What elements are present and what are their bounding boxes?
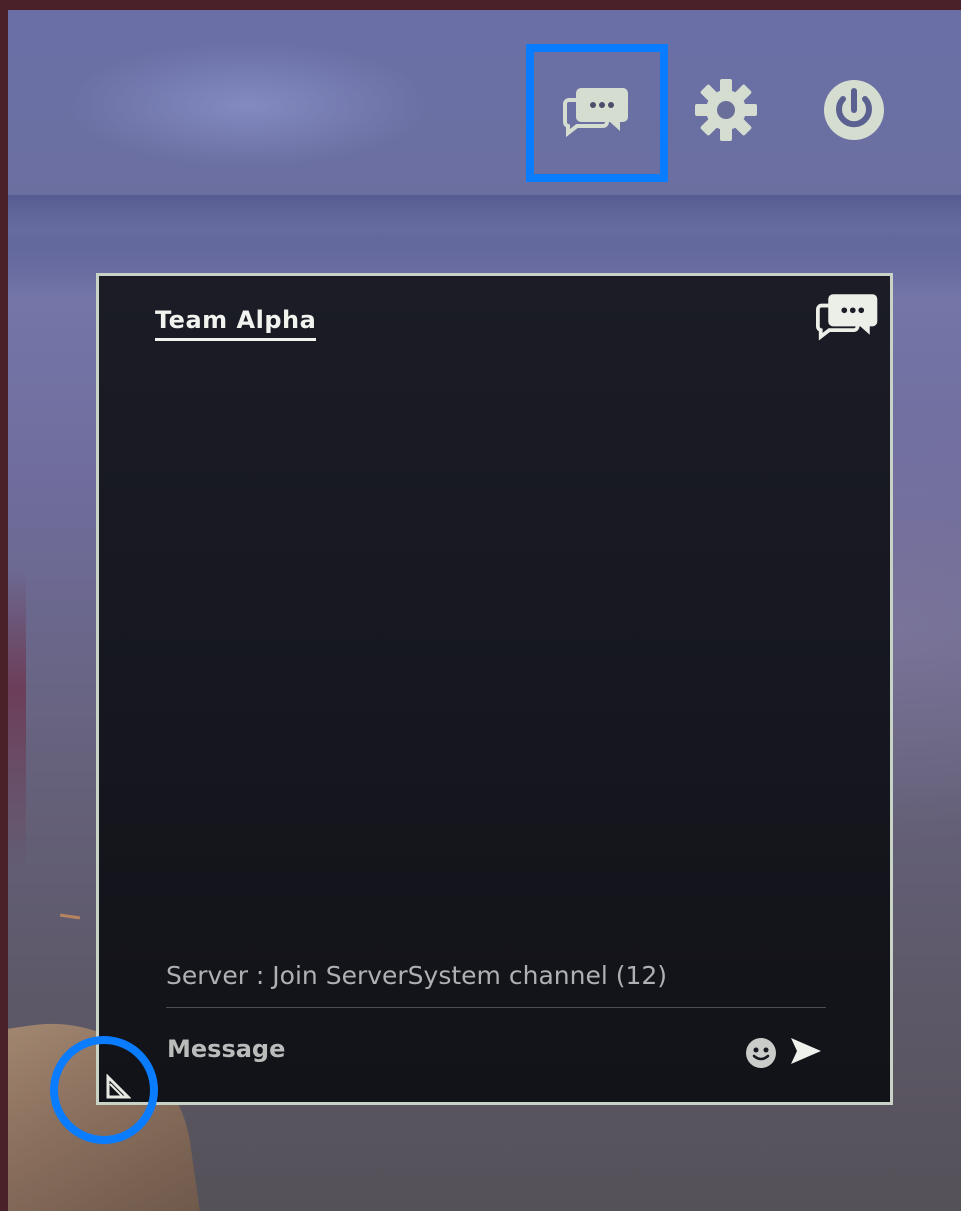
power-icon [824,80,884,140]
panel-chat-icon[interactable] [816,288,882,346]
send-icon [791,1038,821,1064]
chat-message-server: Server : Join ServerSystem channel (12) [166,961,668,990]
send-button[interactable] [789,1036,823,1070]
message-input[interactable] [165,1028,709,1070]
gear-icon [695,79,757,141]
sky-band [8,195,961,285]
resize-handle-highlight [50,1036,158,1144]
debris [59,913,81,920]
background-strip [8,570,26,870]
settings-button[interactable] [686,70,766,150]
message-divider [166,1007,826,1008]
chat-panel: Team Alpha Server : Join ServerSystem ch… [96,273,893,1105]
top-toolbar [0,60,961,180]
channel-tab-team-alpha[interactable]: Team Alpha [155,306,317,341]
emoji-icon [746,1038,776,1068]
power-button[interactable] [814,70,894,150]
chat-button-highlight [526,44,668,182]
chat-icon [816,294,878,341]
emoji-button[interactable] [745,1037,777,1073]
